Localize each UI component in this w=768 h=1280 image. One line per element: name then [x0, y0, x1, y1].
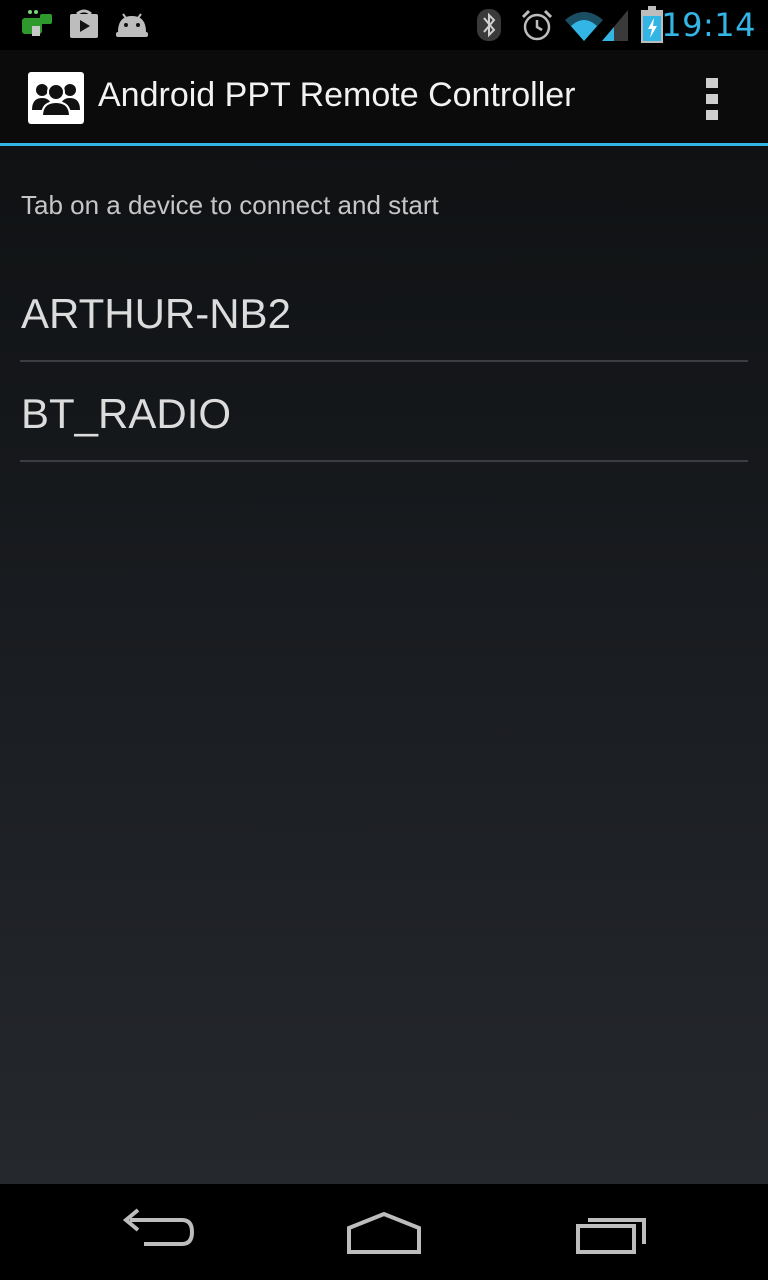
- home-icon[interactable]: [329, 1202, 439, 1262]
- device-list: ARTHUR-NB2 BT_RADIO: [20, 262, 748, 462]
- status-clock: 19:14: [661, 6, 756, 44]
- main-content: Tab on a device to connect and start ART…: [0, 146, 768, 1184]
- signal-icon: [602, 10, 628, 41]
- navigation-bar: [0, 1184, 768, 1280]
- back-icon[interactable]: [104, 1202, 214, 1262]
- people-group-icon[interactable]: [28, 72, 84, 124]
- bluetooth-icon: [477, 9, 501, 41]
- app-notification-icon: [22, 10, 52, 36]
- hint-text: Tab on a device to connect and start: [21, 190, 439, 220]
- wifi-icon: [565, 12, 603, 41]
- play-store-icon: [70, 9, 98, 38]
- recent-apps-icon[interactable]: [556, 1202, 666, 1262]
- alarm-icon: [521, 9, 553, 41]
- action-bar: Android PPT Remote Controller: [0, 50, 768, 143]
- android-icon: [116, 13, 148, 37]
- device-label: ARTHUR-NB2: [21, 290, 291, 337]
- device-item-bt-radio[interactable]: BT_RADIO: [20, 362, 748, 462]
- app-title: Android PPT Remote Controller: [98, 76, 576, 114]
- device-label: BT_RADIO: [21, 390, 232, 437]
- phone-screen: 19:14 Android PPT Remote Controller Tab …: [0, 0, 768, 1280]
- status-bar: 19:14: [0, 0, 768, 50]
- device-item-arthur-nb2[interactable]: ARTHUR-NB2: [20, 262, 748, 362]
- overflow-menu-icon[interactable]: [696, 76, 728, 122]
